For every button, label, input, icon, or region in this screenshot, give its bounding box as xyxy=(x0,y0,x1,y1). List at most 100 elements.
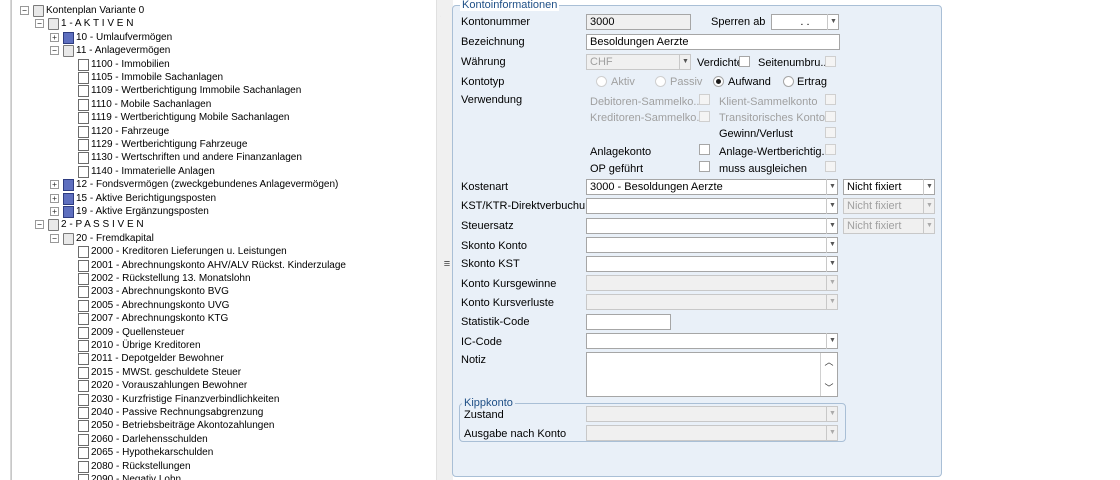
tree-node[interactable]: 1120 - Fahrzeuge xyxy=(12,125,422,138)
tree-node[interactable]: +12 - Fondsvermögen (zweckgebundenes Anl… xyxy=(12,178,422,191)
tree-node-label: 2001 - Abrechnungskonto AHV/ALV Rückst. … xyxy=(91,260,346,271)
tree-collapse-icon[interactable]: − xyxy=(20,6,29,15)
splitter-grip-icon[interactable]: ≡ xyxy=(442,258,452,270)
kontotyp-aktiv-radio[interactable] xyxy=(596,76,607,87)
skonto-kst-combo[interactable] xyxy=(586,256,838,272)
tree-node[interactable]: − 2 - P A S S I V E N xyxy=(12,218,422,231)
tree-node[interactable]: +15 - Aktive Berichtigungsposten xyxy=(12,192,422,205)
notiz-scroll-down-icon[interactable]: ﹀ xyxy=(821,381,837,394)
transitorisch-checkbox[interactable] xyxy=(825,111,836,122)
account-document-icon xyxy=(78,166,89,178)
tree-node[interactable]: 1100 - Immobilien xyxy=(12,58,422,71)
account-tree[interactable]: − Kontenplan Variante 0−1 - A K T I V E N… xyxy=(11,0,443,480)
tree-expand-icon[interactable]: + xyxy=(50,194,59,203)
gewinn-checkbox[interactable] xyxy=(825,127,836,138)
skonto-konto-combo[interactable] xyxy=(586,237,838,253)
tree-collapse-icon[interactable]: − xyxy=(50,234,59,243)
kontotyp-passiv-radio[interactable] xyxy=(655,76,666,87)
tree-node[interactable]: 2007 - Abrechnungskonto KTG xyxy=(12,312,422,325)
tree-node[interactable]: 2003 - Abrechnungskonto BVG xyxy=(12,285,422,298)
notiz-scrollbar[interactable]: ︿ ﹀ xyxy=(820,353,837,396)
tree-node[interactable]: 2065 - Hypothekarschulden xyxy=(12,446,422,459)
tree-node[interactable]: 2050 - Betriebsbeiträge Akontozahlungen xyxy=(12,419,422,432)
waehrung-combo[interactable]: CHF xyxy=(586,54,691,70)
steuersatz-combo[interactable] xyxy=(586,218,838,234)
tree-node[interactable]: 2005 - Abrechnungskonto UVG xyxy=(12,299,422,312)
notiz-scroll-up-icon[interactable]: ︿ xyxy=(821,355,837,368)
tree-node[interactable]: 2002 - Rückstellung 13. Monatslohn xyxy=(12,272,422,285)
ausgabe-dropdown-icon[interactable]: ▼ xyxy=(826,425,838,441)
tree-node[interactable]: − 11 - Anlagevermögen xyxy=(12,44,422,57)
tree-expand-icon[interactable]: + xyxy=(50,33,59,42)
kursgewinne-dropdown-icon[interactable]: ▼ xyxy=(826,275,838,291)
kst-dropdown-icon[interactable]: ▼ xyxy=(826,198,838,214)
kostenart-fix-dropdown-icon[interactable]: ▼ xyxy=(923,179,935,195)
kostenart-dropdown-icon[interactable]: ▼ xyxy=(826,179,838,195)
tree-collapse-icon[interactable]: − xyxy=(50,46,59,55)
kontotyp-ertrag-radio[interactable] xyxy=(783,76,794,87)
waehrung-dropdown-icon[interactable]: ▼ xyxy=(679,54,691,70)
kostenart-combo[interactable]: 3000 - Besoldungen Aerzte xyxy=(586,179,838,195)
tree-node[interactable]: − Kontenplan Variante 0 xyxy=(12,4,422,17)
bezeichnung-field[interactable]: Besoldungen Aerzte xyxy=(586,34,840,50)
kursverluste-combo[interactable] xyxy=(586,294,838,310)
tree-node[interactable]: 1110 - Mobile Sachanlagen xyxy=(12,98,422,111)
kontotyp-aufwand-radio[interactable] xyxy=(713,76,724,87)
tree-expand-icon[interactable]: + xyxy=(50,180,59,189)
kontonummer-field[interactable]: 3000 xyxy=(586,14,691,30)
op-checkbox[interactable] xyxy=(699,161,710,172)
tree-node[interactable]: 2009 - Quellensteuer xyxy=(12,326,422,339)
tree-node[interactable]: 2040 - Passive Rechnungsabgrenzung xyxy=(12,406,422,419)
tree-node[interactable]: +19 - Aktive Ergänzungsposten xyxy=(12,205,422,218)
tree-node[interactable]: 1109 - Wertberichtigung Immobile Sachanl… xyxy=(12,84,422,97)
tree-node[interactable]: 1129 - Wertberichtigung Fahrzeuge xyxy=(12,138,422,151)
tree-node[interactable]: 2060 - Darlehensschulden xyxy=(12,433,422,446)
tree-node[interactable]: +10 - Umlaufvermögen xyxy=(12,31,422,44)
seitenumbruch-checkbox[interactable] xyxy=(825,56,836,67)
tree-node[interactable]: 2010 - Übrige Kreditoren xyxy=(12,339,422,352)
tree-collapse-icon[interactable]: − xyxy=(35,220,44,229)
kursverluste-dropdown-icon[interactable]: ▼ xyxy=(826,294,838,310)
steuersatz-fix-combo[interactable]: Nicht fixiert xyxy=(843,218,935,234)
notiz-textarea[interactable]: ︿ ﹀ xyxy=(586,352,838,397)
klient-checkbox[interactable] xyxy=(825,94,836,105)
statistik-field[interactable] xyxy=(586,314,671,330)
verdichten-checkbox[interactable] xyxy=(739,56,750,67)
ausgabe-combo[interactable] xyxy=(586,425,838,441)
tree-node[interactable]: 2001 - Abrechnungskonto AHV/ALV Rückst. … xyxy=(12,259,422,272)
kst-fix-dropdown-icon[interactable]: ▼ xyxy=(923,198,935,214)
zustand-dropdown-icon[interactable]: ▼ xyxy=(826,406,838,422)
tree-node[interactable]: 2000 - Kreditoren Lieferungen u. Leistun… xyxy=(12,245,422,258)
kst-combo[interactable] xyxy=(586,198,838,214)
steuersatz-dropdown-icon[interactable]: ▼ xyxy=(826,218,838,234)
skonto-kst-dropdown-icon[interactable]: ▼ xyxy=(826,256,838,272)
debitoren-checkbox[interactable] xyxy=(699,94,710,105)
kst-fix-combo[interactable]: Nicht fixiert xyxy=(843,198,935,214)
tree-node[interactable]: 1130 - Wertschriften und andere Finanzan… xyxy=(12,151,422,164)
kreditoren-checkbox[interactable] xyxy=(699,111,710,122)
ic-code-dropdown-icon[interactable]: ▼ xyxy=(826,333,838,349)
tree-node[interactable]: 1105 - Immobile Sachanlagen xyxy=(12,71,422,84)
tree-collapse-icon[interactable]: − xyxy=(35,19,44,28)
kostenart-fix-combo[interactable]: Nicht fixiert xyxy=(843,179,935,195)
sperren-ab-dropdown-icon[interactable]: ▼ xyxy=(827,14,839,30)
tree-node[interactable]: − 1 - A K T I V E N xyxy=(12,17,422,30)
tree-node[interactable]: 2030 - Kurzfristige Finanzverbindlichkei… xyxy=(12,393,422,406)
tree-expand-icon[interactable]: + xyxy=(50,207,59,216)
tree-node[interactable]: − 20 - Fremdkapital xyxy=(12,232,422,245)
anlage-wert-checkbox[interactable] xyxy=(825,144,836,155)
zustand-combo[interactable] xyxy=(586,406,838,422)
tree-node[interactable]: 1119 - Wertberichtigung Mobile Sachanlag… xyxy=(12,111,422,124)
tree-node[interactable]: 2020 - Vorauszahlungen Bewohner xyxy=(12,379,422,392)
kursgewinne-combo[interactable] xyxy=(586,275,838,291)
tree-node[interactable]: 2080 - Rückstellungen xyxy=(12,460,422,473)
tree-node[interactable]: 2090 - Negativ Lohn xyxy=(12,473,422,480)
ic-code-combo[interactable] xyxy=(586,333,838,349)
anlagekonto-checkbox[interactable] xyxy=(699,144,710,155)
tree-node[interactable]: 2011 - Depotgelder Bewohner xyxy=(12,352,422,365)
steuersatz-fix-dropdown-icon[interactable]: ▼ xyxy=(923,218,935,234)
tree-node[interactable]: 2015 - MWSt. geschuldete Steuer xyxy=(12,366,422,379)
tree-node[interactable]: 1140 - Immaterielle Anlagen xyxy=(12,165,422,178)
muss-checkbox[interactable] xyxy=(825,161,836,172)
skonto-konto-dropdown-icon[interactable]: ▼ xyxy=(826,237,838,253)
